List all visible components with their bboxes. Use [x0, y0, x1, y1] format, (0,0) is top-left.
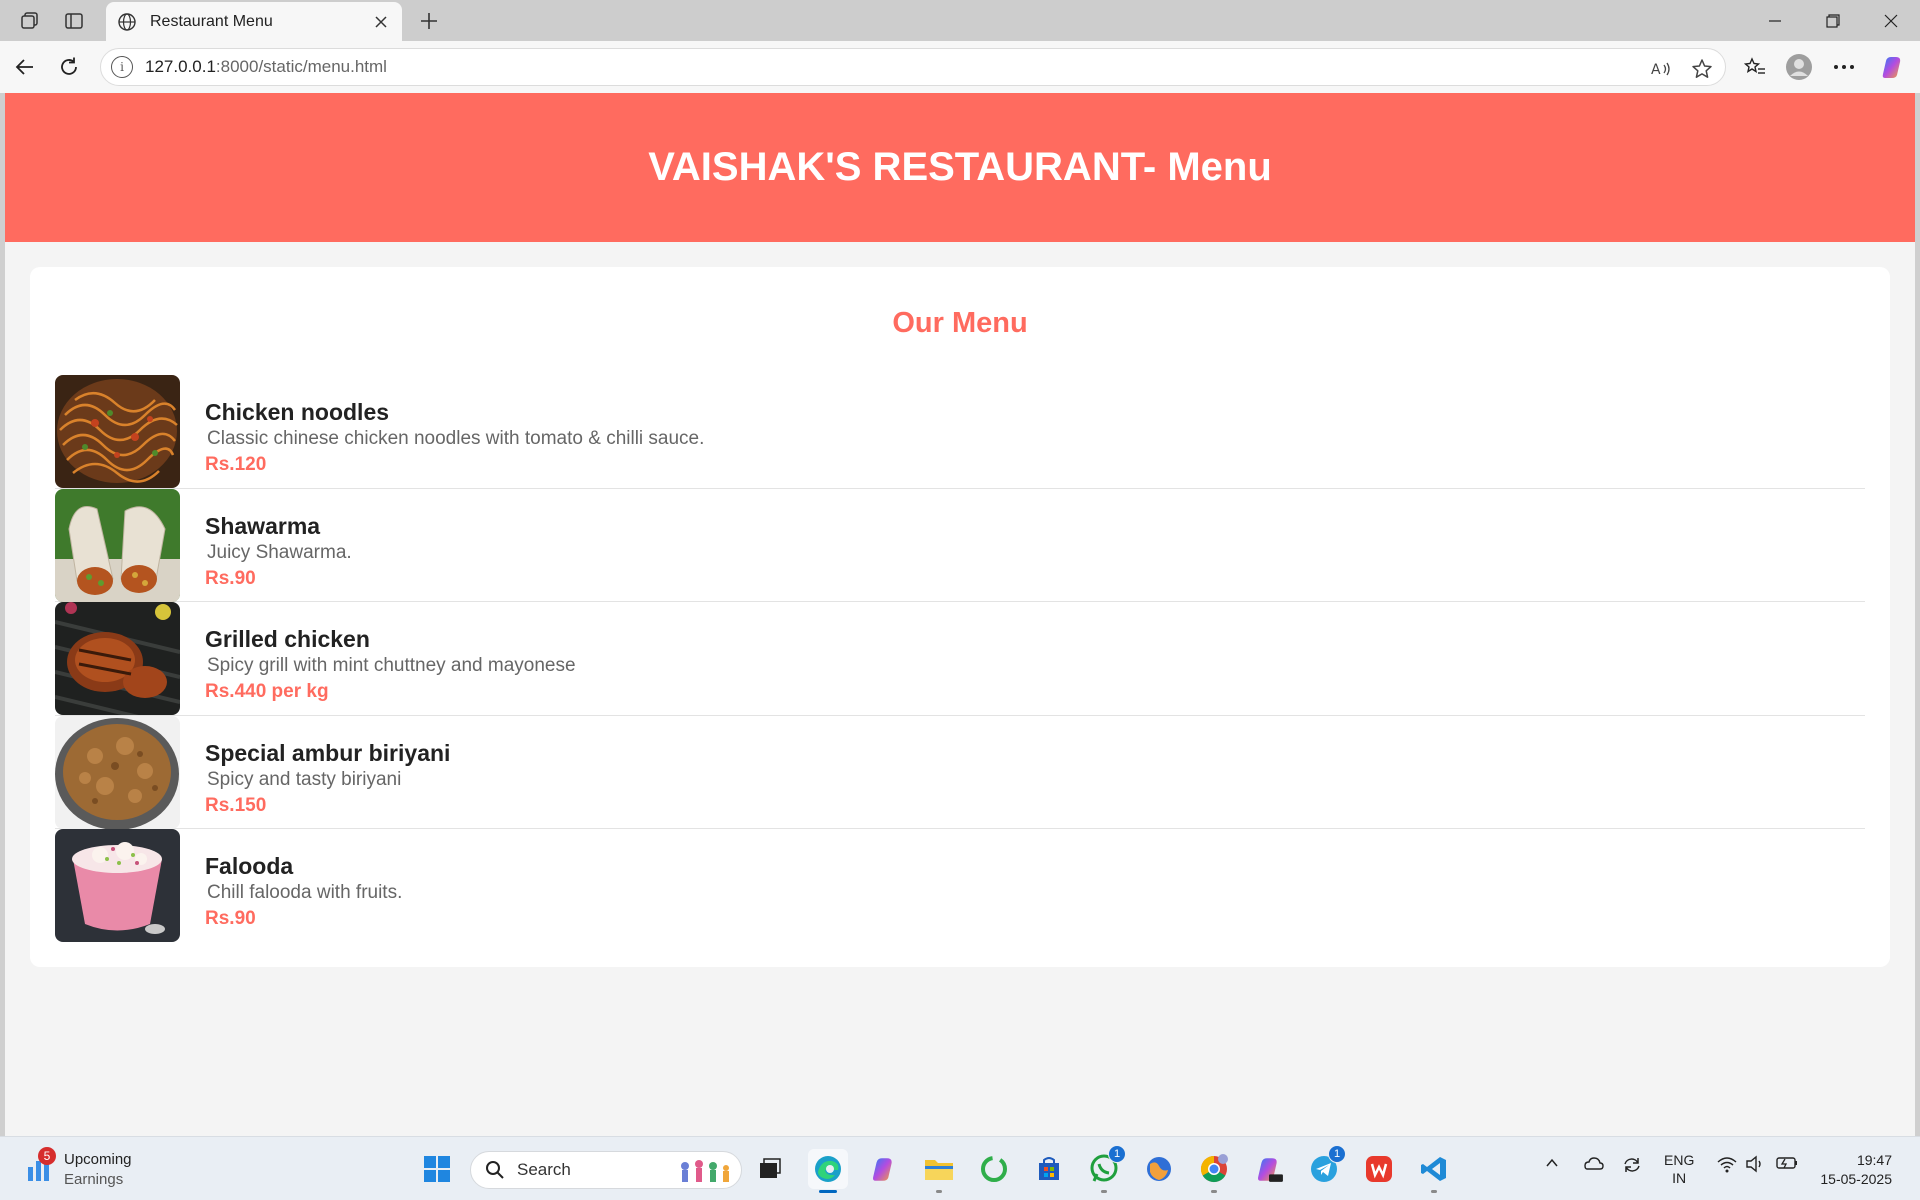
active-tab[interactable]: Restaurant Menu: [106, 2, 402, 41]
site-title: VAISHAK'S RESTAURANT- Menu: [648, 145, 1272, 189]
taskbar: 5 Upcoming Earnings Search 1 1 ENG IN 19…: [0, 1136, 1920, 1200]
tab-title: Restaurant Menu: [150, 12, 273, 30]
workspaces-icon[interactable]: [17, 8, 43, 34]
site-info-icon[interactable]: i: [111, 56, 133, 78]
browser-toolbar: i 127.0.0.1:8000/static/menu.html A: [0, 41, 1920, 93]
item-price: Rs.120: [205, 454, 267, 475]
m365-copilot-icon[interactable]: [1249, 1149, 1289, 1189]
wps-office-icon[interactable]: [1359, 1149, 1399, 1189]
read-aloud-icon[interactable]: A: [1647, 55, 1675, 83]
start-icon[interactable]: [417, 1149, 457, 1189]
taskbar-search[interactable]: Search: [470, 1151, 742, 1189]
page-viewport: VAISHAK'S RESTAURANT- Menu Our Menu Chic…: [5, 93, 1915, 1136]
biriyani-photo: [55, 715, 180, 829]
telegram-badge: 1: [1328, 1145, 1346, 1163]
microsoft-store-icon[interactable]: [1029, 1149, 1069, 1189]
battery-icon[interactable]: [1775, 1155, 1799, 1174]
item-name: Shawarma: [205, 512, 321, 539]
clock-date: 15-05-2025: [1820, 1171, 1892, 1187]
onedrive-icon[interactable]: [1582, 1155, 1604, 1174]
item-price: Rs.90: [205, 567, 256, 589]
item-description: Chill falooda with fruits.: [207, 882, 403, 903]
close-tab-icon[interactable]: [370, 11, 392, 33]
volume-icon[interactable]: [1745, 1155, 1765, 1176]
taskbar-clock[interactable]: 19:47 15-05-2025: [1812, 1151, 1892, 1189]
refresh-button[interactable]: [52, 50, 86, 84]
edge-taskbar-icon[interactable]: [808, 1149, 848, 1193]
item-description: Spicy grill with mint chuttney and mayon…: [207, 655, 576, 676]
widgets-badge: 5: [38, 1147, 56, 1165]
profile-avatar[interactable]: [1782, 50, 1816, 84]
search-highlight-icon: [681, 1160, 729, 1182]
browser-tab-bar: Restaurant Menu: [0, 0, 1920, 41]
menu-card: Our Menu Chicken noodles Classic chinese…: [30, 267, 1890, 967]
address-bar[interactable]: i 127.0.0.1:8000/static/menu.html A: [100, 48, 1726, 86]
back-button[interactable]: [8, 50, 42, 84]
url-text: 127.0.0.1:8000/static/menu.html: [145, 57, 387, 76]
menu-item: Chicken noodles Classic chinese chicken …: [55, 375, 1865, 489]
grilled-chicken-photo: [55, 602, 180, 715]
minimize-button[interactable]: [1746, 0, 1804, 41]
whatsapp-icon[interactable]: 1: [1084, 1145, 1126, 1193]
whatsapp-badge: 1: [1108, 1145, 1126, 1163]
item-name: Special ambur biriyani: [205, 739, 451, 766]
menu-item: Falooda Chill falooda with fruits. Rs.90: [55, 829, 1865, 943]
app-ring-icon[interactable]: [974, 1149, 1014, 1189]
file-explorer-icon[interactable]: [919, 1149, 959, 1193]
globe-icon: [116, 11, 138, 33]
close-window-button[interactable]: [1862, 0, 1920, 41]
app-globe-icon[interactable]: [1139, 1149, 1179, 1189]
item-description: Spicy and tasty biriyani: [207, 768, 402, 790]
sync-icon[interactable]: [1622, 1155, 1642, 1178]
item-name: Falooda: [205, 853, 294, 879]
show-hidden-icons[interactable]: [1544, 1155, 1560, 1174]
vscode-icon[interactable]: [1414, 1149, 1454, 1193]
restore-button[interactable]: [1804, 0, 1862, 41]
item-price: Rs.150: [205, 794, 267, 816]
wifi-icon[interactable]: [1716, 1155, 1738, 1176]
shawarma-photo: [55, 488, 180, 602]
widgets-subtitle[interactable]: Earnings: [64, 1171, 123, 1188]
menu-item: Grilled chicken Spicy grill with mint ch…: [55, 602, 1865, 716]
task-view-icon[interactable]: [750, 1149, 790, 1189]
chrome-icon[interactable]: [1194, 1149, 1234, 1193]
search-label: Search: [517, 1160, 571, 1179]
search-icon: [486, 1161, 504, 1179]
vertical-tabs-icon[interactable]: [61, 8, 87, 34]
item-price: Rs.440 per kg: [205, 681, 329, 702]
site-header: VAISHAK'S RESTAURANT- Menu: [5, 93, 1915, 242]
widgets-title[interactable]: Upcoming: [64, 1151, 132, 1168]
copilot-icon[interactable]: [1876, 50, 1910, 84]
falooda-photo: [55, 829, 180, 942]
chicken-noodles-photo: [55, 375, 180, 488]
menu-item: Special ambur biriyani Spicy and tasty b…: [55, 715, 1865, 829]
new-tab-button[interactable]: [414, 6, 444, 36]
copilot-taskbar-icon[interactable]: [864, 1149, 904, 1189]
menu-list: Chicken noodles Classic chinese chicken …: [55, 375, 1865, 943]
language-indicator[interactable]: ENG IN: [1664, 1151, 1694, 1187]
favorite-star-icon[interactable]: [1688, 55, 1716, 83]
item-price: Rs.90: [205, 908, 256, 929]
item-description: Classic chinese chicken noodles with tom…: [207, 428, 705, 449]
item-name: Chicken noodles: [205, 399, 390, 425]
menu-heading: Our Menu: [892, 307, 1028, 339]
item-description: Juicy Shawarma.: [207, 541, 352, 563]
svg-text:A: A: [1651, 62, 1661, 78]
item-name: Grilled chicken: [205, 626, 370, 652]
clock-time: 19:47: [1856, 1152, 1892, 1168]
more-menu-icon[interactable]: [1827, 50, 1861, 84]
telegram-icon[interactable]: 1: [1304, 1145, 1346, 1189]
favorites-icon[interactable]: [1738, 50, 1772, 84]
menu-item: Shawarma Juicy Shawarma. Rs.90: [55, 488, 1865, 602]
